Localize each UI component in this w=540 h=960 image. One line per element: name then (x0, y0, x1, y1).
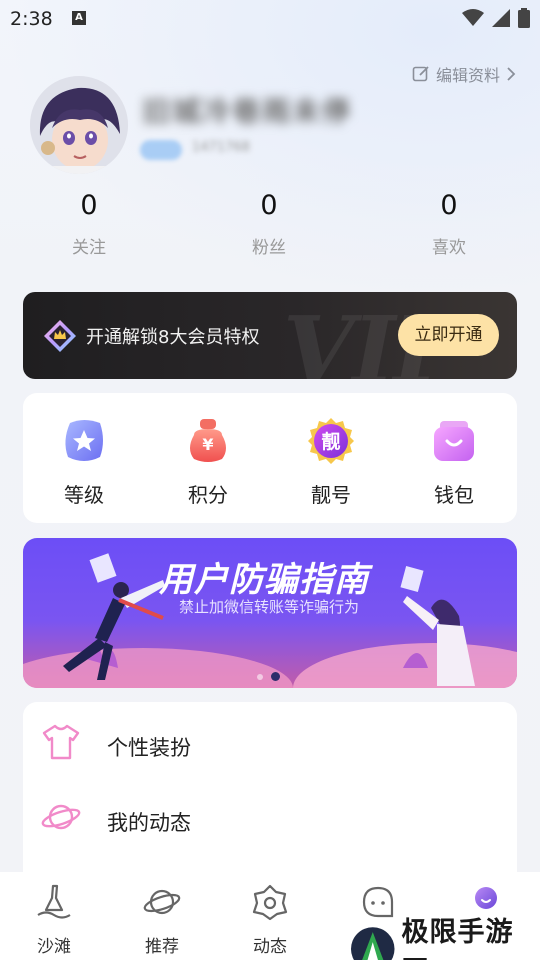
nav-label: 动态 (253, 937, 287, 957)
site-watermark-text: 极限手游网 (401, 917, 514, 960)
feature-level[interactable]: 等级 (44, 417, 124, 508)
status-bar: 2:38 A (0, 0, 540, 38)
chevron-right-icon (507, 67, 516, 81)
battery-icon (518, 8, 530, 28)
edit-icon (412, 66, 429, 82)
stat-value: 0 (260, 190, 278, 221)
site-logo-icon (350, 927, 395, 960)
feature-wallet[interactable]: 钱包 (414, 417, 494, 508)
feature-pretty-number[interactable]: 靓 靓号 (291, 417, 371, 508)
vip-promo-text: 开通解锁8大会员特权 (86, 327, 260, 348)
status-time: 2:38 (10, 8, 53, 30)
feature-label: 钱包 (434, 483, 474, 507)
menu-item-my-posts[interactable]: 我的动态 (23, 785, 517, 845)
avatar[interactable] (30, 76, 128, 174)
menu-item-dress-up[interactable]: 个性装扮 (23, 710, 517, 770)
stat-label: 喜欢 (432, 238, 466, 258)
feature-grid: 等级 ¥ 积分 靓 靓号 钱包 (23, 393, 517, 523)
user-id: 1471768 (192, 140, 250, 155)
nav-label: 沙滩 (37, 937, 71, 957)
edit-profile-label: 编辑资料 (435, 66, 500, 85)
beach-icon (37, 884, 71, 919)
feature-label: 靓号 (311, 483, 351, 507)
level-badge (140, 140, 182, 160)
site-watermark: 极限手游网 (350, 910, 540, 960)
nav-label: 推荐 (145, 937, 179, 957)
feature-label: 积分 (188, 483, 228, 507)
banner-pagination (257, 672, 280, 681)
planet-icon (41, 804, 81, 830)
profile-stats: 0 关注 0 粉丝 0 喜欢 (0, 190, 540, 270)
menu-label: 个性装扮 (107, 736, 191, 760)
vip-promo-bar[interactable]: VIP 开通解锁8大会员特权 立即开通 (23, 292, 517, 379)
svg-text:靓: 靓 (321, 430, 340, 453)
banner-subtitle: 禁止加微信转账等诈骗行为 (179, 598, 360, 616)
avatar-image (30, 76, 128, 174)
feature-points[interactable]: ¥ 积分 (168, 417, 248, 508)
nickname: 旧城冷巷雨未停 (142, 95, 353, 128)
stat-label: 关注 (72, 238, 106, 258)
star-badge-icon (65, 420, 103, 461)
vip-activate-button[interactable]: 立即开通 (398, 314, 499, 356)
stat-value: 0 (80, 190, 98, 221)
pagination-dot-active[interactable] (271, 672, 280, 681)
menu-label: 我的动态 (107, 811, 191, 835)
yuan-bag-icon: ¥ (190, 419, 226, 462)
nav-moments[interactable]: 动态 (225, 882, 315, 957)
nav-beach[interactable]: 沙滩 (9, 882, 99, 957)
signal-icon (492, 9, 510, 27)
vip-crown-icon (44, 320, 76, 352)
stat-following[interactable]: 0 关注 (29, 190, 149, 258)
anti-fraud-banner[interactable]: 用户防骗指南 禁止加微信转账等诈骗行为 (23, 538, 517, 688)
planet-icon (143, 889, 181, 915)
wifi-icon (462, 9, 484, 26)
stat-likes[interactable]: 0 喜欢 (389, 190, 509, 258)
status-icons (462, 8, 530, 28)
notification-icon: A (72, 11, 86, 25)
svg-text:¥: ¥ (202, 435, 213, 454)
stat-fans[interactable]: 0 粉丝 (209, 190, 329, 258)
wallet-icon (434, 421, 474, 461)
tshirt-icon (42, 724, 80, 760)
nav-recommend[interactable]: 推荐 (117, 882, 207, 957)
banner-title: 用户防骗指南 (159, 560, 369, 600)
pretty-number-icon: 靓 (308, 418, 354, 464)
pagination-dot[interactable] (257, 673, 263, 680)
flower-icon (252, 884, 288, 921)
feature-label: 等级 (64, 483, 104, 507)
stat-value: 0 (440, 190, 458, 221)
edit-profile-link[interactable]: 编辑资料 (412, 62, 516, 86)
stat-label: 粉丝 (252, 238, 286, 258)
